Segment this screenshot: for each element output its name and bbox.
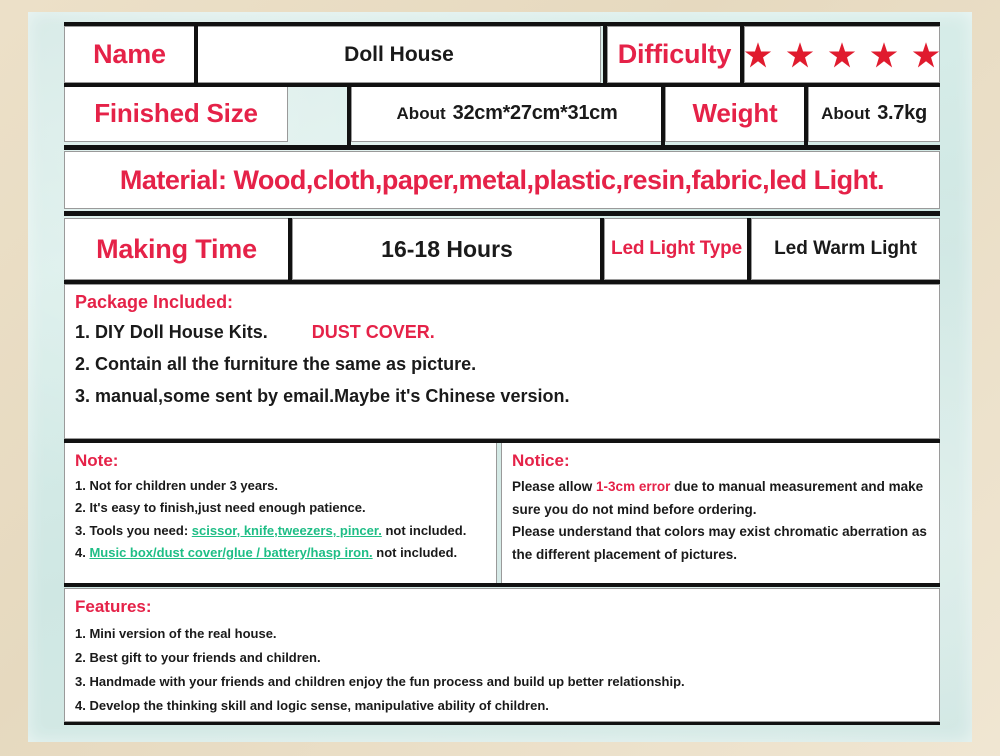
- divider-name-value: [194, 26, 198, 83]
- divider-led-value: [747, 218, 751, 280]
- rule-after-note: [64, 583, 940, 587]
- note-item-1: 1. Not for children under 3 years.: [75, 478, 278, 493]
- product-spec-image: Name Doll House Difficulty Finished Size…: [0, 0, 1000, 756]
- rule-after-material: [64, 211, 940, 216]
- star-icon: [786, 41, 814, 67]
- divider-size: [347, 85, 351, 145]
- package-item-1-text: 1. DIY Doll House Kits.: [75, 322, 268, 342]
- weight-label: Weight: [665, 85, 805, 142]
- note-item-4-prefix: 4.: [75, 544, 90, 560]
- finished-size-value: About 32cm*27cm*31cm: [351, 85, 663, 142]
- weight-about-prefix: About: [821, 103, 871, 123]
- difficulty-star-rating: [744, 41, 940, 69]
- note-item-3: 3. Tools you need: scissor, knife,tweeze…: [75, 522, 496, 538]
- notice-line-1-suffix: due to manual measurement and make: [670, 479, 924, 494]
- name-label: Name: [64, 26, 195, 83]
- size-measurement: 32cm*27cm*31cm: [452, 102, 618, 124]
- features-item-3: 3. Handmade with your friends and childr…: [75, 674, 685, 689]
- features-item-4: 4. Develop the thinking skill and logic …: [75, 698, 549, 713]
- note-item-4-suffix: not included.: [372, 544, 458, 560]
- features-heading: Features:: [75, 597, 152, 616]
- rule-after-row2: [64, 145, 940, 150]
- making-time-label: Making Time: [64, 218, 289, 280]
- note-item-3-suffix: not included.: [381, 522, 467, 538]
- divider-diff-stars: [740, 26, 744, 83]
- finished-size-label: Finished Size: [64, 85, 288, 142]
- package-dust-cover-highlight: DUST COVER.: [311, 322, 435, 342]
- notice-line-2: sure you do not mind before ordering.: [512, 501, 757, 517]
- weight-measurement: 3.7kg: [877, 102, 927, 124]
- led-light-type-value: Led Warm Light: [751, 218, 940, 280]
- divider-time: [288, 218, 292, 280]
- divider-diff: [603, 26, 607, 83]
- features-item-1: 1. Mini version of the real house.: [75, 626, 277, 641]
- notice-heading: Notice:: [512, 451, 570, 470]
- package-item-1: 1. DIY Doll House Kits. DUST COVER.: [75, 322, 939, 343]
- name-value: Doll House: [197, 26, 601, 83]
- package-item-2: 2. Contain all the furniture the same as…: [75, 354, 477, 374]
- notice-line-1: Please allow 1-3cm error due to manual m…: [512, 479, 939, 495]
- star-icon: [744, 41, 772, 67]
- note-item-2: 2. It's easy to finish,just need enough …: [75, 500, 366, 516]
- star-icon: [870, 41, 898, 67]
- size-about-prefix: About: [396, 103, 446, 123]
- difficulty-value: [744, 26, 940, 83]
- difficulty-label: Difficulty: [607, 26, 742, 83]
- led-light-type-label: Led Light Type: [604, 218, 749, 280]
- notice-line-3: Please understand that colors may exist …: [512, 524, 927, 540]
- features-section: Features: 1. Mini version of the real ho…: [64, 588, 940, 722]
- package-heading: Package Included:: [75, 292, 234, 312]
- making-time-value: 16-18 Hours: [292, 218, 602, 280]
- material-row: Material: Wood,cloth,paper,metal,plastic…: [64, 151, 940, 209]
- rule-after-row4: [64, 280, 940, 284]
- notice-section: Notice: Please allow 1-3cm error due to …: [501, 442, 940, 584]
- note-section: Note: 1. Not for children under 3 years.…: [64, 442, 497, 584]
- notice-line-1-prefix: Please allow: [512, 479, 597, 494]
- star-icon: [828, 41, 856, 67]
- note-item-3-tools: scissor, knife,tweezers, pincer.: [191, 522, 382, 538]
- star-icon: [912, 41, 940, 67]
- package-item-3: 3. manual,some sent by email.Maybe it's …: [75, 386, 570, 406]
- divider-led: [600, 218, 604, 280]
- package-included-section: Package Included: 1. DIY Doll House Kits…: [64, 284, 940, 439]
- notice-line-4: the different placement of pictures.: [512, 546, 738, 562]
- divider-weight-value: [804, 85, 808, 145]
- weight-value: About 3.7kg: [808, 85, 940, 142]
- notice-error-highlight: 1-3cm error: [596, 479, 671, 494]
- note-item-3-prefix: 3. Tools you need:: [75, 522, 192, 538]
- rule-bottom: [64, 722, 940, 725]
- rule-after-row1: [64, 83, 940, 87]
- features-item-2: 2. Best gift to your friends and childre…: [75, 650, 321, 665]
- note-heading: Note:: [75, 451, 119, 470]
- rule-after-package: [64, 439, 940, 443]
- specification-table: Name Doll House Difficulty Finished Size…: [64, 22, 940, 726]
- note-item-4: 4. Music box/dust cover/glue / battery/h…: [75, 544, 496, 560]
- note-item-4-items: Music box/dust cover/glue / battery/hasp…: [89, 544, 373, 560]
- divider-weight: [661, 85, 665, 145]
